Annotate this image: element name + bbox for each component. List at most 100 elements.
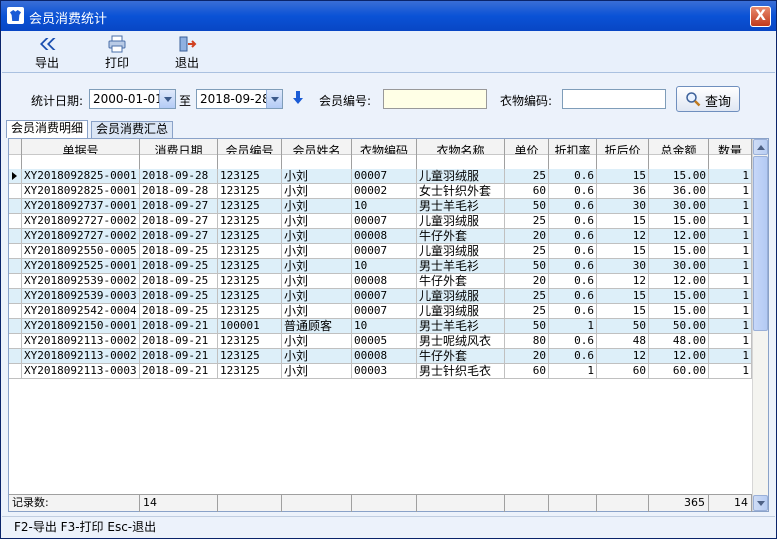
scroll-down-icon[interactable] (753, 495, 768, 511)
column-filter-cell[interactable] (22, 154, 139, 169)
date-to-picker[interactable]: 2018-09-28 (196, 89, 283, 109)
table-cell[interactable]: 2018-09-25 (140, 259, 218, 274)
chevron-down-icon[interactable] (266, 90, 282, 108)
table-cell[interactable]: 36 (597, 184, 649, 199)
table-cell[interactable]: 123125 (218, 349, 282, 364)
table-cell[interactable]: 10 (352, 199, 417, 214)
table-cell[interactable]: 123125 (218, 244, 282, 259)
table-cell[interactable]: 20 (505, 274, 549, 289)
table-cell[interactable]: 123125 (218, 304, 282, 319)
table-cell[interactable]: 小刘 (282, 214, 352, 229)
table-cell[interactable]: 0.6 (549, 334, 597, 349)
table-cell[interactable]: 1 (709, 334, 752, 349)
row-selector[interactable] (9, 214, 22, 229)
export-button[interactable]: 导出 (22, 35, 72, 71)
column-filter-cell[interactable] (140, 154, 217, 169)
table-row[interactable]: XY2018092550-0005 2018-09-25 123125 小刘 00007… (9, 244, 752, 259)
table-row[interactable]: XY2018092825-0001 2018-09-28 123125 小刘 00002… (9, 184, 752, 199)
table-cell[interactable]: 15.00 (649, 214, 709, 229)
column-header[interactable]: 单价 (505, 139, 549, 169)
table-cell[interactable]: XY2018092825-0001 (22, 184, 140, 199)
table-row[interactable]: XY2018092727-0002 2018-09-27 123125 小刘 00007… (9, 214, 752, 229)
table-cell[interactable]: 123125 (218, 184, 282, 199)
table-cell[interactable]: 60 (505, 364, 549, 379)
close-button[interactable]: X (750, 6, 771, 27)
table-cell[interactable]: 1 (709, 229, 752, 244)
table-cell[interactable]: 小刘 (282, 289, 352, 304)
table-cell[interactable]: 00008 (352, 229, 417, 244)
table-cell[interactable]: 50 (505, 259, 549, 274)
table-cell[interactable]: 15 (597, 304, 649, 319)
exit-button[interactable]: 退出 (162, 35, 212, 71)
table-cell[interactable]: 00007 (352, 289, 417, 304)
table-cell[interactable]: 0.6 (549, 214, 597, 229)
table-cell[interactable]: 男士羊毛衫 (417, 199, 505, 214)
table-cell[interactable]: 60.00 (649, 364, 709, 379)
table-cell[interactable]: 男士针织毛衣 (417, 364, 505, 379)
column-filter-cell[interactable] (352, 154, 416, 169)
table-cell[interactable]: XY2018092113-0003 (22, 364, 140, 379)
table-cell[interactable]: 普通顾客 (282, 319, 352, 334)
table-cell[interactable]: 25 (505, 214, 549, 229)
table-cell[interactable]: 123125 (218, 214, 282, 229)
table-cell[interactable]: 20 (505, 349, 549, 364)
column-header[interactable]: 折后价 (597, 139, 649, 169)
column-header[interactable]: 单据号 (22, 139, 140, 169)
table-cell[interactable]: 2018-09-25 (140, 244, 218, 259)
table-cell[interactable]: 00008 (352, 274, 417, 289)
table-cell[interactable]: 15 (597, 214, 649, 229)
table-cell[interactable]: 2018-09-28 (140, 169, 218, 184)
table-cell[interactable]: 0.6 (549, 304, 597, 319)
vertical-scrollbar[interactable] (752, 139, 768, 511)
table-cell[interactable]: XY2018092542-0004 (22, 304, 140, 319)
table-cell[interactable]: 小刘 (282, 364, 352, 379)
table-cell[interactable]: 男士呢绒风衣 (417, 334, 505, 349)
table-cell[interactable]: 25 (505, 169, 549, 184)
column-filter-cell[interactable] (282, 154, 351, 169)
table-cell[interactable]: 2018-09-27 (140, 229, 218, 244)
table-cell[interactable]: 小刘 (282, 274, 352, 289)
scroll-thumb[interactable] (753, 156, 768, 331)
table-cell[interactable]: 2018-09-27 (140, 199, 218, 214)
table-cell[interactable]: 女士针织外套 (417, 184, 505, 199)
table-cell[interactable]: 2018-09-21 (140, 364, 218, 379)
table-cell[interactable]: 儿童羽绒服 (417, 169, 505, 184)
table-cell[interactable]: 男士羊毛衫 (417, 319, 505, 334)
table-cell[interactable]: 12.00 (649, 229, 709, 244)
tab-consumption-summary[interactable]: 会员消费汇总 (91, 121, 173, 138)
table-cell[interactable]: 12 (597, 274, 649, 289)
table-cell[interactable]: 48 (597, 334, 649, 349)
column-header[interactable]: 会员姓名 (282, 139, 352, 169)
table-cell[interactable]: 1 (709, 319, 752, 334)
table-cell[interactable]: 牛仔外套 (417, 229, 505, 244)
row-selector[interactable] (9, 364, 22, 379)
table-cell[interactable]: 12.00 (649, 274, 709, 289)
table-cell[interactable]: XY2018092113-0002 (22, 349, 140, 364)
table-cell[interactable]: 12 (597, 229, 649, 244)
table-cell[interactable]: 25 (505, 289, 549, 304)
table-cell[interactable]: 男士羊毛衫 (417, 259, 505, 274)
row-selector[interactable] (9, 199, 22, 214)
table-cell[interactable]: 1 (549, 319, 597, 334)
query-button[interactable]: 查询 (676, 86, 740, 112)
table-cell[interactable]: 123125 (218, 199, 282, 214)
table-cell[interactable]: 12 (597, 349, 649, 364)
table-cell[interactable]: 10 (352, 319, 417, 334)
column-header[interactable]: 数量 (709, 139, 752, 169)
table-cell[interactable]: 1 (709, 274, 752, 289)
table-cell[interactable]: 123125 (218, 289, 282, 304)
table-cell[interactable]: XY2018092550-0005 (22, 244, 140, 259)
row-selector[interactable] (9, 229, 22, 244)
tab-consumption-detail[interactable]: 会员消费明细 (6, 120, 88, 138)
table-cell[interactable]: 小刘 (282, 184, 352, 199)
table-cell[interactable]: 小刘 (282, 304, 352, 319)
table-row[interactable]: XY2018092727-0002 2018-09-27 123125 小刘 00008… (9, 229, 752, 244)
column-header[interactable]: 总金额 (649, 139, 709, 169)
table-cell[interactable]: 1 (709, 244, 752, 259)
table-row[interactable]: XY2018092525-0001 2018-09-25 123125 小刘 10 男士羊… (9, 259, 752, 274)
table-cell[interactable]: 123125 (218, 364, 282, 379)
table-cell[interactable]: 123125 (218, 169, 282, 184)
column-header[interactable]: 会员编号 (218, 139, 282, 169)
date-from-picker[interactable]: 2000-01-01 (89, 89, 176, 109)
table-cell[interactable]: 小刘 (282, 169, 352, 184)
